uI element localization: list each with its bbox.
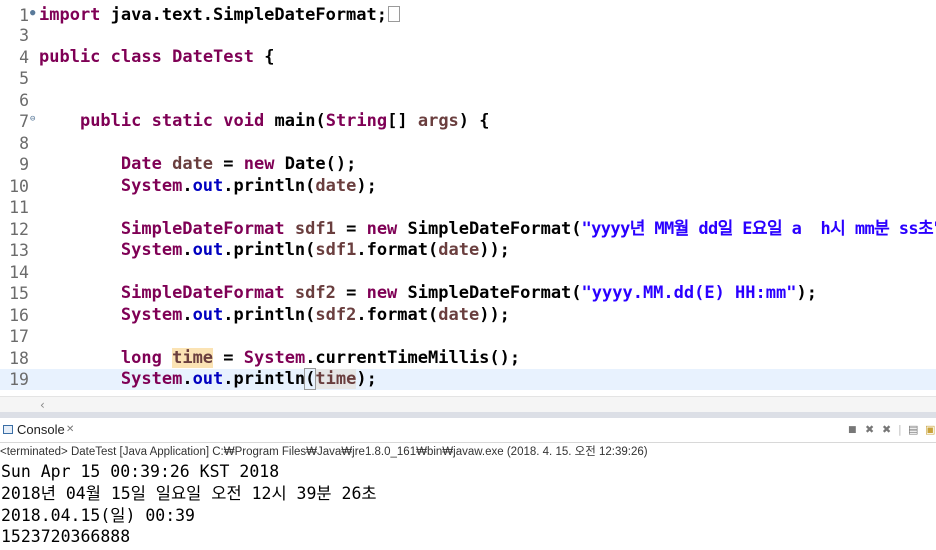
line-number: 8 (19, 134, 29, 153)
console-output-line: 1523720366888 (1, 527, 131, 546)
code-text: Date date = new Date(); (120, 154, 357, 174)
code-line[interactable]: 18 long time = System.currentTimeMillis(… (0, 348, 936, 369)
scroll-lock-icon[interactable]: ▣ (925, 423, 935, 437)
close-tab-icon[interactable]: ✕ (66, 418, 74, 442)
code-line[interactable]: 7 ⊖ public static void main(String[] arg… (0, 111, 936, 132)
line-number: 16 (9, 306, 29, 325)
collapsed-imports-icon[interactable] (388, 6, 400, 22)
code-line[interactable]: 1 ● import java.text.SimpleDateFormat; (0, 5, 936, 26)
toolbar-separator: | (898, 423, 902, 436)
line-number: 7 (19, 112, 29, 131)
terminate-icon[interactable]: ■ (848, 423, 857, 437)
current-code-line[interactable]: 19 System.out.println(time); (0, 368, 936, 390)
line-number: 19 (9, 370, 29, 389)
code-text: public class DateTest { (39, 47, 275, 67)
code-line[interactable]: 14 (0, 262, 936, 283)
code-line[interactable]: 3 (0, 25, 936, 46)
line-number: 12 (9, 220, 29, 239)
code-text: public static void main(String[] args) { (79, 111, 490, 131)
code-line[interactable]: 13 System.out.println(sdf1.format(date))… (0, 240, 936, 261)
console-tab-bar: Console ✕ ■ ✖ ✖ | ▤ ▣ (0, 418, 936, 443)
code-text: System.out.println(sdf2.format(date)); (120, 305, 510, 325)
code-line[interactable]: 6 (0, 90, 936, 111)
code-text: System.out.println(time); (120, 368, 377, 390)
code-line[interactable]: 8 (0, 133, 936, 154)
clear-console-icon[interactable]: ▤ (908, 423, 918, 437)
console-output-line: 2018.04.15(일) 00:39 (1, 506, 195, 525)
scroll-left-icon[interactable]: ‹ (40, 397, 45, 412)
code-line[interactable]: 4 public class DateTest { (0, 47, 936, 68)
tab-console[interactable]: Console (17, 418, 65, 442)
line-number: 13 (9, 241, 29, 260)
code-line[interactable]: 10 System.out.println(date); (0, 176, 936, 197)
line-number: 11 (9, 198, 29, 217)
code-text: long time = System.currentTimeMillis(); (120, 348, 521, 368)
fold-marker-icon[interactable]: ● (30, 5, 35, 22)
code-line[interactable]: 16 System.out.println(sdf2.format(date))… (0, 305, 936, 326)
console-output-line: 2018년 04월 15일 일요일 오전 12시 39분 26초 (1, 484, 377, 503)
code-text: System.out.println(date); (120, 176, 377, 196)
code-line[interactable]: 5 (0, 68, 936, 89)
line-number: 18 (9, 349, 29, 368)
line-number: 4 (19, 48, 29, 67)
console-status-line: <terminated> DateTest [Java Application]… (0, 446, 648, 458)
line-number: 6 (19, 91, 29, 110)
line-number: 17 (9, 327, 29, 346)
console-icon (3, 425, 13, 434)
line-number: 1 (19, 6, 29, 25)
line-number: 10 (9, 177, 29, 196)
code-line[interactable]: 12 SimpleDateFormat sdf1 = new SimpleDat… (0, 219, 936, 240)
line-number: 9 (19, 155, 29, 174)
line-number: 3 (19, 26, 29, 45)
console-view[interactable]: Console ✕ ■ ✖ ✖ | ▤ ▣ <terminated> DateT… (0, 418, 936, 550)
code-line[interactable]: 15 SimpleDateFormat sdf2 = new SimpleDat… (0, 283, 936, 304)
code-text: SimpleDateFormat sdf2 = new SimpleDateFo… (120, 283, 817, 303)
line-number: 14 (9, 263, 29, 282)
line-number: 15 (9, 284, 29, 303)
horizontal-scrollbar[interactable]: ‹ (0, 396, 936, 412)
console-output-line: Sun Apr 15 00:39:26 KST 2018 (1, 462, 280, 481)
code-line[interactable]: 17 (0, 326, 936, 347)
code-line[interactable]: 11 (0, 197, 936, 218)
remove-all-launches-icon[interactable]: ✖ (882, 423, 891, 437)
code-text: System.out.println(sdf1.format(date)); (120, 240, 510, 260)
line-number: 5 (19, 69, 29, 88)
code-text: SimpleDateFormat sdf1 = new SimpleDateFo… (120, 219, 936, 239)
code-editor[interactable]: 1 ● import java.text.SimpleDateFormat; 3… (0, 0, 936, 412)
code-line[interactable]: 9 Date date = new Date(); (0, 154, 936, 175)
remove-launch-icon[interactable]: ✖ (865, 423, 874, 437)
code-text: import java.text.SimpleDateFormat; (39, 5, 400, 26)
fold-marker-icon[interactable]: ⊖ (30, 111, 35, 128)
